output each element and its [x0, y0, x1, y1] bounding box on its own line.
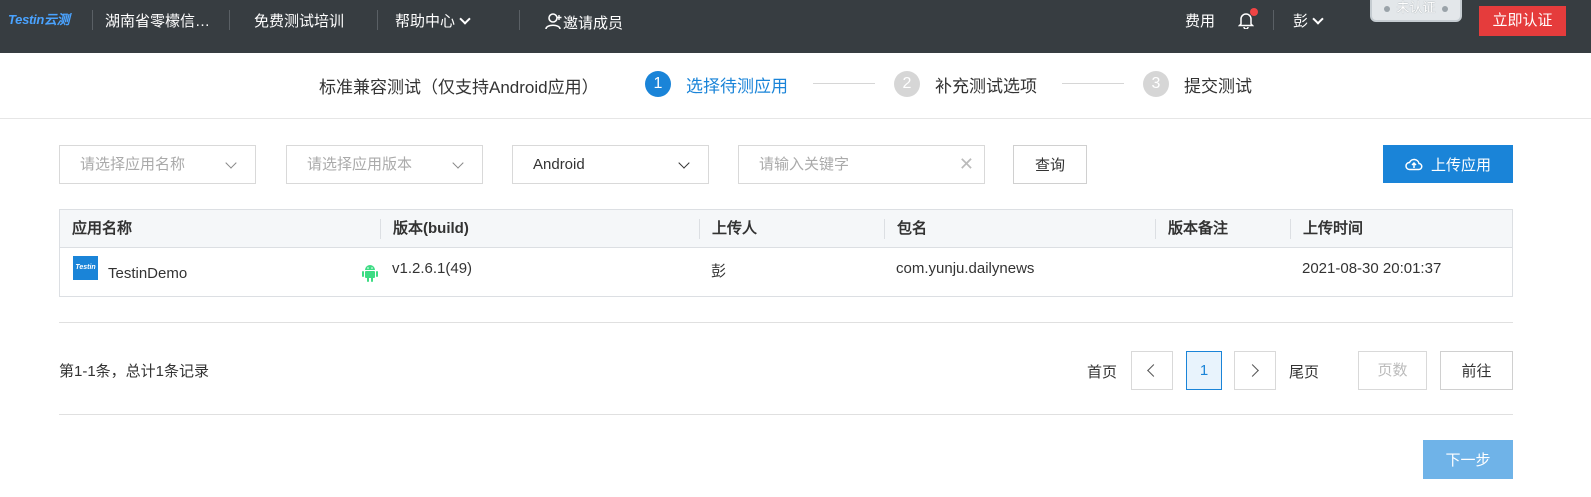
help-center-menu[interactable]: 帮助中心 [395, 10, 471, 31]
chevron-left-icon [1147, 364, 1160, 377]
step-3: 3 提交测试 [1143, 71, 1252, 97]
training-link[interactable]: 免费测试培训 [254, 10, 344, 31]
nav-divider [92, 10, 93, 30]
test-type-title: 标准兼容测试（仅支持Android应用） [319, 78, 599, 97]
invite-member-link[interactable]: 邀请成员 [545, 10, 623, 33]
step-number: 1 [645, 71, 671, 97]
nav-divider [519, 10, 520, 30]
user-menu[interactable]: 彭 [1293, 10, 1324, 31]
chevron-down-icon [1312, 13, 1324, 25]
divider [59, 322, 1513, 323]
app-name: TestinDemo [108, 265, 188, 282]
app-table: 应用名称 版本(build) 上传人 包名 版本备注 上传时间 Testin T… [59, 209, 1513, 297]
upload-app-button[interactable]: 上传应用 [1383, 145, 1513, 183]
step-label: 选择待测应用 [686, 76, 788, 96]
goto-page-button[interactable]: 前往 [1440, 351, 1513, 390]
cloud-upload-icon [1405, 158, 1423, 171]
keyword-search-input[interactable]: 请输入关键字 ✕ [738, 145, 985, 184]
keyword-placeholder: 请输入关键字 [759, 156, 850, 173]
app-version: v1.2.6.1(49) [392, 260, 473, 277]
fees-link[interactable]: 费用 [1185, 10, 1215, 31]
upload-time: 2021-08-30 20:01:37 [1302, 260, 1442, 277]
record-count: 第1-1条，总计1条记录 [59, 363, 210, 380]
unverified-label: 未认证 [1396, 0, 1436, 15]
first-page-link[interactable]: 首页 [1087, 361, 1117, 382]
next-page-button[interactable] [1234, 351, 1276, 390]
next-step-button[interactable]: 下一步 [1423, 440, 1513, 479]
app-icon: Testin [73, 256, 98, 280]
invite-label: 邀请成员 [563, 15, 624, 32]
badge-dot [1441, 5, 1448, 12]
android-icon [362, 265, 378, 282]
prev-page-button[interactable] [1131, 351, 1173, 390]
help-center-label: 帮助中心 [395, 13, 456, 30]
verify-now-button[interactable]: 立即认证 [1479, 6, 1566, 36]
chevron-down-icon [225, 157, 237, 169]
platform-value: Android [533, 156, 585, 173]
app-name-select[interactable]: 请选择应用名称 [59, 145, 256, 184]
uploader-name: 彭 [711, 263, 727, 280]
app-version-select[interactable]: 请选择应用版本 [286, 145, 483, 184]
step-number: 3 [1143, 71, 1169, 97]
page-number-current[interactable]: 1 [1186, 351, 1222, 390]
col-app-name: 应用名称 [72, 220, 133, 237]
chevron-down-icon [459, 13, 471, 25]
table-header: 应用名称 版本(build) 上传人 包名 版本备注 上传时间 [60, 210, 1512, 248]
step-indicator: 标准兼容测试（仅支持Android应用） 1 选择待测应用 2 补充测试选项 3… [0, 53, 1591, 119]
step-label: 提交测试 [1184, 76, 1252, 96]
unverified-badge: 未认证 [1370, 0, 1462, 22]
platform-select[interactable]: Android [512, 145, 709, 184]
col-version-note: 版本备注 [1155, 219, 1228, 239]
nav-divider [377, 10, 378, 30]
clear-icon[interactable]: ✕ [959, 146, 974, 183]
notification-bell[interactable] [1237, 8, 1258, 30]
org-switcher[interactable]: 湖南省零檬信… [105, 10, 210, 31]
user-name: 彭 [1293, 13, 1309, 30]
top-nav-bar: Testin云测 湖南省零檬信… 免费测试培训 帮助中心 邀请成员 费用 彭 未… [0, 0, 1591, 53]
notification-dot [1250, 8, 1258, 16]
col-package: 包名 [884, 219, 927, 239]
col-uploader: 上传人 [699, 219, 757, 239]
step-1: 1 选择待测应用 [645, 71, 788, 97]
upload-app-label: 上传应用 [1430, 156, 1491, 174]
page-number-input[interactable] [1358, 351, 1427, 390]
step-label: 补充测试选项 [935, 76, 1037, 96]
user-add-icon [545, 13, 562, 30]
step-2: 2 补充测试选项 [894, 71, 1037, 97]
col-version: 版本(build) [380, 219, 469, 239]
nav-divider [229, 10, 230, 30]
chevron-right-icon [1246, 364, 1259, 377]
query-button[interactable]: 查询 [1013, 145, 1087, 184]
chevron-down-icon [678, 157, 690, 169]
app-version-placeholder: 请选择应用版本 [307, 156, 413, 173]
chevron-down-icon [452, 157, 464, 169]
app-name-placeholder: 请选择应用名称 [80, 156, 186, 173]
badge-dot [1384, 5, 1391, 12]
step-number: 2 [894, 71, 920, 97]
last-page-link[interactable]: 尾页 [1289, 361, 1319, 382]
step-connector [813, 83, 875, 84]
divider [59, 414, 1513, 415]
col-upload-time: 上传时间 [1290, 219, 1363, 239]
package-name: com.yunju.dailynews [896, 260, 1035, 277]
step-connector [1062, 83, 1124, 84]
nav-divider [1273, 10, 1274, 30]
testin-logo[interactable]: Testin云测 [8, 9, 70, 28]
